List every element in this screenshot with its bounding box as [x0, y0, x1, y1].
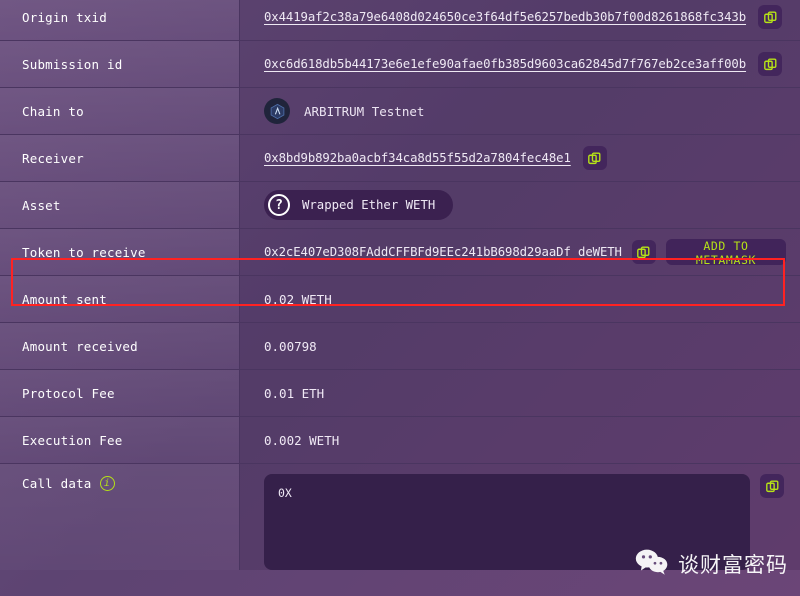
submission-id-hash-link[interactable]: 0xc6d618db5b44173e6e1efe90afae0fb385d960… [264, 57, 746, 71]
copy-icon[interactable] [632, 240, 656, 264]
amount-sent-value: 0.02 WETH [264, 292, 332, 307]
row-value-receiver: 0x8bd9b892ba0acbf34ca8d55f55d2a7804fec48… [240, 135, 800, 181]
row-label-receiver: Receiver [0, 135, 240, 181]
table-row-protocol-fee: Protocol Fee 0.01 ETH [0, 369, 800, 416]
arbitrum-icon [264, 98, 290, 124]
label-text: Chain to [22, 104, 84, 119]
call-data-label-group: Call data i [22, 476, 115, 491]
receiver-hash-link[interactable]: 0x8bd9b892ba0acbf34ca8d55f55d2a7804fec48… [264, 151, 571, 165]
label-text: Protocol Fee [22, 386, 115, 401]
transaction-details-page: Sender 0x8bd9b892ba0acbf34ca8d55f55d2a78… [0, 0, 800, 596]
table-row-origin-txid: Origin txid 0x4419af2c38a79e6408d024650c… [0, 0, 800, 40]
row-label-asset: Asset [0, 182, 240, 228]
label-text: Execution Fee [22, 433, 122, 448]
token-address-link[interactable]: 0x2cE407eD308FAddCFFBFd9EEc241bB698d29aa… [264, 245, 622, 259]
row-value-asset: ? Wrapped Ether WETH [240, 182, 800, 228]
protocol-fee-value: 0.01 ETH [264, 386, 324, 401]
row-value-origin-txid: 0x4419af2c38a79e6408d024650ce3f64df5e625… [240, 0, 800, 40]
row-value-amount-received: 0.00798 [240, 323, 800, 369]
row-value-execution-fee: 0.002 WETH [240, 417, 800, 463]
row-label-amount-sent: Amount sent [0, 276, 240, 322]
label-text: Receiver [22, 151, 84, 166]
watermark: 谈财富密码 [635, 548, 788, 580]
wechat-icon [635, 548, 669, 580]
question-mark-icon: ? [268, 194, 290, 216]
label-text: Origin txid [22, 10, 107, 25]
info-icon[interactable]: i [100, 476, 115, 491]
row-value-amount-sent: 0.02 WETH [240, 276, 800, 322]
row-label-chain-to: Chain to [0, 88, 240, 134]
row-value-token-to-receive: 0x2cE407eD308FAddCFFBFd9EEc241bB698d29aa… [240, 229, 800, 275]
table-row-amount-sent: Amount sent 0.02 WETH [0, 275, 800, 322]
label-text: Amount sent [22, 292, 107, 307]
chain-name-text: ARBITRUM Testnet [304, 104, 424, 119]
copy-icon[interactable] [758, 52, 782, 76]
copy-icon[interactable] [583, 146, 607, 170]
row-value-submission-id: 0xc6d618db5b44173e6e1efe90afae0fb385d960… [240, 41, 800, 87]
amount-received-value: 0.00798 [264, 339, 317, 354]
transaction-details-table: Sender 0x8bd9b892ba0acbf34ca8d55f55d2a78… [0, 0, 800, 570]
table-row-receiver: Receiver 0x8bd9b892ba0acbf34ca8d55f55d2a… [0, 134, 800, 181]
origin-txid-hash-link[interactable]: 0x4419af2c38a79e6408d024650ce3f64df5e625… [264, 10, 746, 24]
row-value-protocol-fee: 0.01 ETH [240, 370, 800, 416]
row-value-chain-to: ARBITRUM Testnet [240, 88, 800, 134]
label-text: Call data [22, 476, 92, 491]
table-row-asset: Asset ? Wrapped Ether WETH [0, 181, 800, 228]
asset-pill[interactable]: ? Wrapped Ether WETH [264, 190, 453, 220]
row-label-token-to-receive: Token to receive [0, 229, 240, 275]
row-label-amount-received: Amount received [0, 323, 240, 369]
label-text: Submission id [22, 57, 122, 72]
copy-icon[interactable] [760, 474, 784, 498]
asset-name-text: Wrapped Ether WETH [302, 198, 435, 212]
row-label-protocol-fee: Protocol Fee [0, 370, 240, 416]
copy-icon[interactable] [758, 5, 782, 29]
table-row-chain-to: Chain to ARBITRUM Testnet [0, 87, 800, 134]
watermark-text: 谈财富密码 [678, 549, 788, 579]
label-text: Amount received [22, 339, 138, 354]
table-row-token-to-receive: Token to receive 0x2cE407eD308FAddCFFBFd… [0, 228, 800, 275]
execution-fee-value: 0.002 WETH [264, 433, 339, 448]
chain-display: ARBITRUM Testnet [264, 98, 424, 124]
row-label-call-data: Call data i [0, 464, 240, 570]
table-row-execution-fee: Execution Fee 0.002 WETH [0, 416, 800, 463]
add-to-metamask-button[interactable]: ADD TO METAMASK [666, 239, 786, 265]
table-row-submission-id: Submission id 0xc6d618db5b44173e6e1efe90… [0, 40, 800, 87]
row-label-submission-id: Submission id [0, 41, 240, 87]
row-label-execution-fee: Execution Fee [0, 417, 240, 463]
table-row-amount-received: Amount received 0.00798 [0, 322, 800, 369]
label-text: Asset [22, 198, 61, 213]
row-label-origin-txid: Origin txid [0, 0, 240, 40]
label-text: Token to receive [22, 245, 146, 260]
